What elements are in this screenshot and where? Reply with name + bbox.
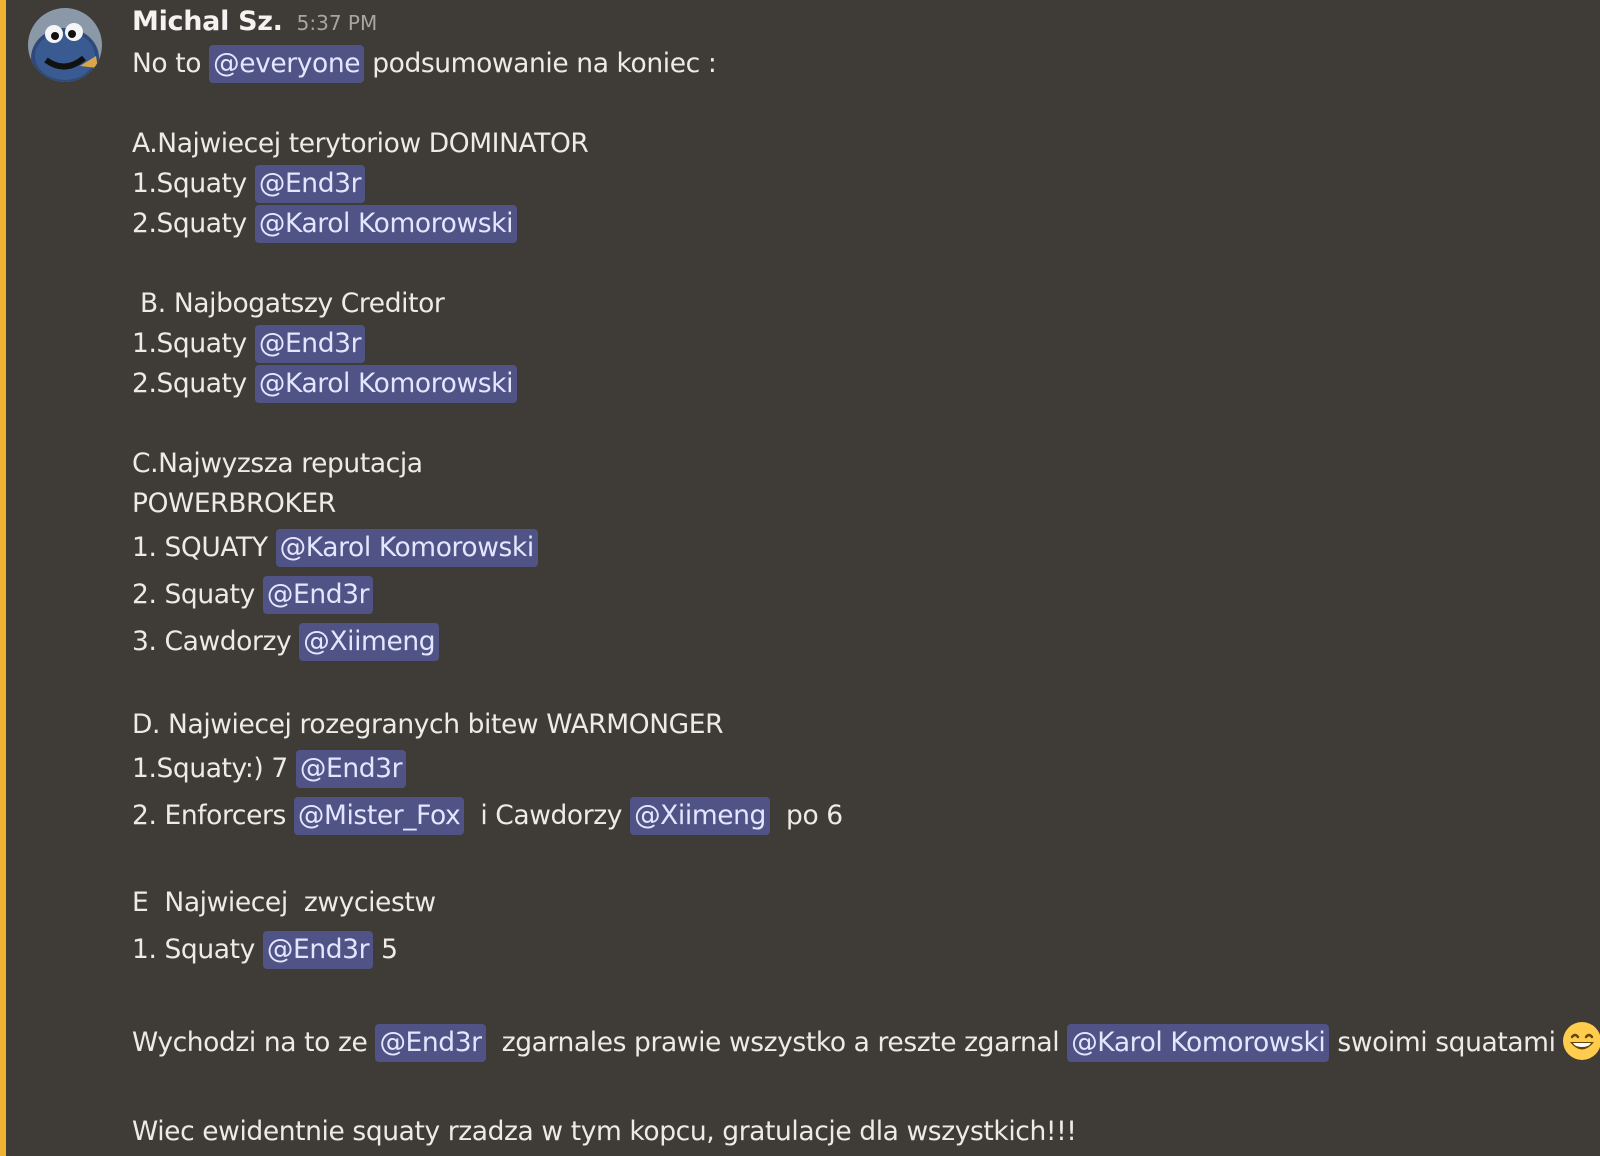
- text: Wiec ewidentnie squaty rzadza w tym kopc…: [132, 1116, 1077, 1147]
- message-line: A.Najwiecej terytoriow DOMINATOR: [132, 124, 1562, 164]
- message-line: 1.Squaty @End3r: [132, 164, 1562, 204]
- text: 2.Squaty: [132, 208, 255, 239]
- message-line: 1.Squaty @End3r: [132, 324, 1562, 364]
- message-line: 1. Squaty @End3r 5: [132, 926, 1562, 973]
- grinning-smiling-eyes-emoji-icon[interactable]: [1562, 1021, 1600, 1061]
- message-content: No to @everyone podsumowanie na koniec :…: [132, 44, 1600, 1152]
- mention-end3r[interactable]: @End3r: [375, 1024, 486, 1062]
- message-header: Michal Sz. 5:37 PM: [132, 6, 377, 44]
- text: 2.Squaty: [132, 368, 255, 399]
- message-line: 3. Cawdorzy @Xiimeng: [132, 618, 1562, 665]
- text: 1. Squaty: [132, 934, 263, 965]
- text: zgarnales prawie wszystko a reszte zgarn…: [485, 1027, 1068, 1058]
- text: No to: [132, 48, 210, 79]
- text: 1.Squaty:) 7: [132, 753, 296, 784]
- text: i Cawdorzy: [464, 800, 631, 831]
- text: 3. Cawdorzy: [132, 626, 300, 657]
- mention-end3r[interactable]: @End3r: [262, 576, 374, 614]
- mention-xiimeng[interactable]: @Xiimeng: [299, 623, 440, 661]
- text: D. Najwiecej rozegranych bitew WARMONGER: [132, 709, 724, 740]
- text: A.Najwiecej terytoriow DOMINATOR: [132, 128, 589, 159]
- avatar[interactable]: [28, 8, 102, 82]
- message-line: 1.Squaty:) 7 @End3r: [132, 745, 1562, 792]
- message-line: 2.Squaty @Karol Komorowski: [132, 204, 1562, 244]
- mention-karol-komorowski[interactable]: @Karol Komorowski: [254, 365, 518, 403]
- message-line: Wiec ewidentnie squaty rzadza w tym kopc…: [132, 1112, 1562, 1152]
- cookie-monster-icon: [28, 8, 102, 82]
- author-name[interactable]: Michal Sz.: [132, 6, 283, 37]
- text: B. Najbogatszy Creditor: [132, 288, 445, 319]
- text: POWERBROKER: [132, 488, 336, 519]
- text: 1. SQUATY: [132, 532, 276, 563]
- mention-karol-komorowski[interactable]: @Karol Komorowski: [1067, 1024, 1330, 1062]
- mention-everyone[interactable]: @everyone: [209, 45, 365, 83]
- mention-end3r[interactable]: @End3r: [262, 931, 374, 969]
- text: C.Najwyzsza reputacja: [132, 448, 423, 479]
- message-line: E Najwiecej zwyciestw: [132, 879, 1562, 926]
- text: Wychodzi na to ze: [132, 1027, 376, 1058]
- message-highlight-bar: [0, 0, 6, 1156]
- mention-end3r[interactable]: @End3r: [295, 750, 407, 788]
- message-line: B. Najbogatszy Creditor: [132, 284, 1562, 324]
- message-line: D. Najwiecej rozegranych bitew WARMONGER: [132, 705, 1562, 745]
- message-timestamp[interactable]: 5:37 PM: [297, 11, 378, 35]
- message-line: C.Najwyzsza reputacja: [132, 444, 1562, 484]
- text: 2. Squaty: [132, 579, 263, 610]
- text: podsumowanie na koniec :: [364, 48, 717, 79]
- message-line: 1. SQUATY @Karol Komorowski: [132, 524, 1562, 571]
- text: po 6: [769, 800, 843, 831]
- text: 2. Enforcers: [132, 800, 294, 831]
- mention-end3r[interactable]: @End3r: [254, 325, 366, 363]
- message-line: 2. Enforcers @Mister_Fox i Cawdorzy @Xii…: [132, 792, 1562, 839]
- text: swoimi squatami: [1329, 1027, 1556, 1058]
- message-line: 2. Squaty @End3r: [132, 571, 1562, 618]
- message-line: Wychodzi na to ze @End3r zgarnales prawi…: [132, 1019, 1600, 1066]
- mention-xiimeng[interactable]: @Xiimeng: [630, 797, 770, 835]
- text: 1.Squaty: [132, 168, 255, 199]
- message-line: 2.Squaty @Karol Komorowski: [132, 364, 1562, 404]
- message-line: POWERBROKER: [132, 484, 1562, 524]
- mention-end3r[interactable]: @End3r: [254, 165, 366, 203]
- mention-mister-fox[interactable]: @Mister_Fox: [293, 797, 465, 835]
- text: 1.Squaty: [132, 328, 255, 359]
- mention-karol-komorowski[interactable]: @Karol Komorowski: [275, 529, 538, 567]
- text: E Najwiecej zwyciestw: [132, 887, 436, 918]
- message-line: No to @everyone podsumowanie na koniec :: [132, 44, 1562, 84]
- mention-karol-komorowski[interactable]: @Karol Komorowski: [254, 205, 518, 243]
- text: 5: [373, 934, 398, 965]
